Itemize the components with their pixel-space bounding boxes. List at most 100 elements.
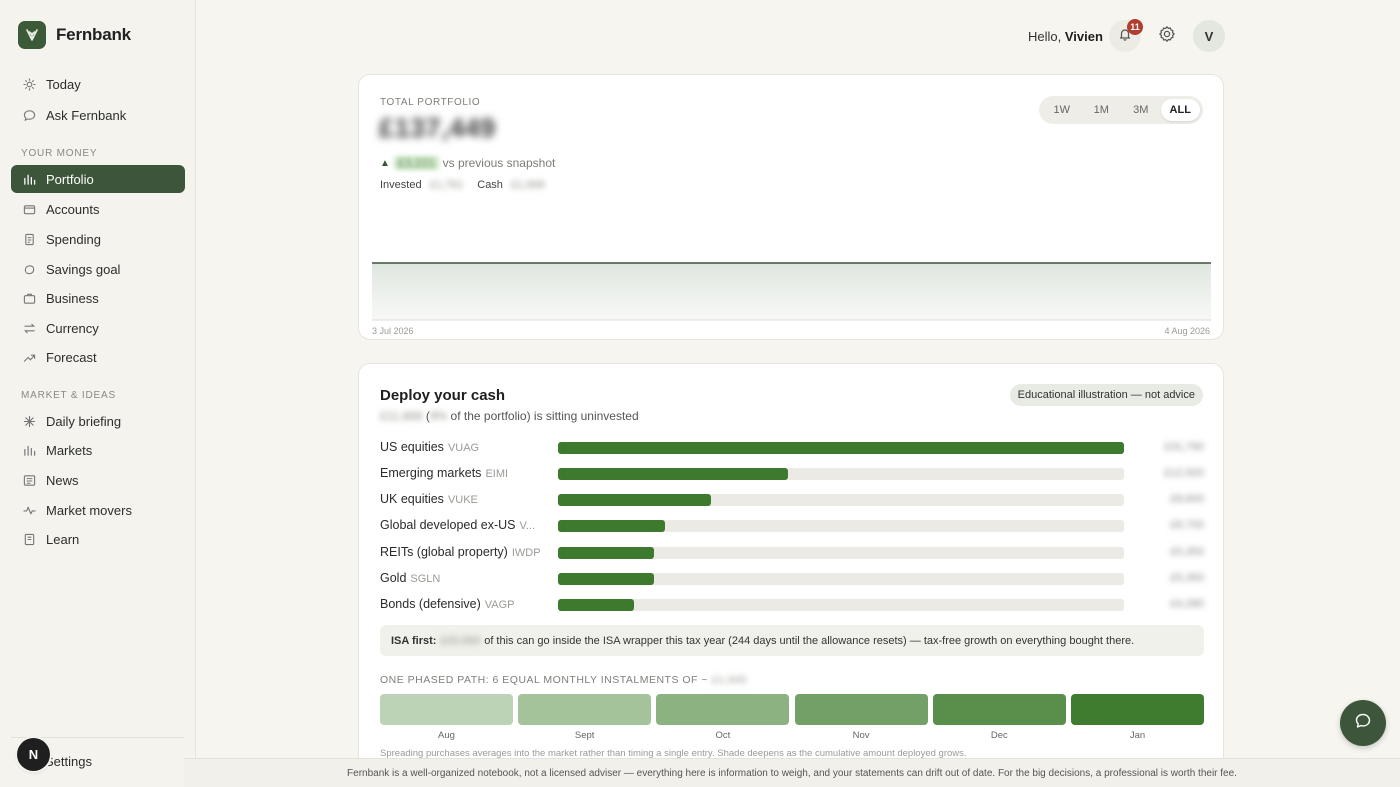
settings-button[interactable]	[1151, 20, 1183, 52]
allocation-amount: £8,600	[1170, 493, 1204, 505]
nav-item-settings[interactable]: Settings	[45, 754, 92, 769]
allocation-amount: £4,280	[1170, 598, 1204, 610]
isa-amount: £20,000	[440, 634, 481, 647]
allocation-row: REITs (global property) IWDP £5,350	[380, 545, 1206, 561]
invested-label: Invested	[380, 179, 422, 191]
allocation-name: Emerging markets	[380, 466, 482, 480]
fernbank-logo-icon	[18, 21, 46, 49]
portfolio-chart	[372, 262, 1211, 321]
allocation-bar-track	[558, 599, 1124, 611]
nav-item-spending[interactable]: Spending	[11, 225, 185, 253]
allocation-row: UK equities VUKE £8,600	[380, 492, 1206, 508]
phase-label: ONE PHASED PATH: 6 EQUAL MONTHLY INSTALM…	[380, 674, 747, 686]
nav-item-label: Learn	[46, 531, 80, 547]
uninvested-text: of the portfolio) is sitting uninvested	[450, 409, 639, 423]
brand[interactable]: Fernbank	[18, 21, 131, 49]
nav-item-market-movers[interactable]: Market movers	[11, 496, 185, 524]
allocation-ticker: V...	[519, 520, 536, 532]
nav-item-portfolio[interactable]: Portfolio	[11, 165, 185, 193]
receipt-icon	[22, 232, 36, 246]
phase-month-label: Dec	[990, 730, 1008, 741]
allocation-amount: £6,700	[1170, 519, 1204, 531]
disclaimer-footer: Fernbank is a well-organized notebook, n…	[184, 758, 1400, 787]
portfolio-change: ▲ £3,221 vs previous snapshot	[380, 156, 555, 170]
allocation-bar-track	[558, 442, 1124, 454]
allocation-bar	[558, 468, 788, 480]
chat-bubble-icon	[1354, 712, 1372, 735]
phase-month-label: Jan	[1129, 730, 1146, 741]
avatar[interactable]: V	[1193, 20, 1225, 52]
allocation-bar	[558, 547, 654, 559]
nav-item-ask-fernbank[interactable]: Ask Fernbank	[11, 101, 185, 129]
portfolio-card: TOTAL PORTFOLIO £137,449 ▲ £3,221 vs pre…	[358, 74, 1224, 340]
nav-item-business[interactable]: Business	[11, 284, 185, 312]
nav-item-news[interactable]: News	[11, 466, 185, 494]
allocation-amount: £31,790	[1164, 441, 1204, 453]
range-button-3m[interactable]: 3M	[1121, 99, 1161, 121]
allocation-amount: £5,350	[1170, 572, 1204, 584]
allocation-ticker: VUKE	[447, 494, 478, 506]
allocation-bar	[558, 494, 711, 506]
nav-item-label: Spending	[46, 231, 101, 247]
nav-item-forecast[interactable]: Forecast	[11, 343, 185, 371]
isa-label: ISA first:	[391, 634, 437, 647]
nav-item-label: Forecast	[46, 349, 97, 365]
deploy-cash-card: Deploy your cash Educational illustratio…	[358, 363, 1224, 783]
book-icon	[22, 532, 36, 546]
trend-up-icon	[22, 350, 36, 364]
exchange-icon	[22, 321, 36, 335]
allocation-bar-track	[558, 468, 1124, 480]
nav-section-market: MARKET & IDEAS	[21, 390, 116, 401]
nav-item-currency[interactable]: Currency	[11, 314, 185, 342]
allocation-row: US equities VUAG £31,790	[380, 440, 1206, 456]
nav-item-savings-goal[interactable]: Savings goal	[11, 255, 185, 283]
range-button-all[interactable]: ALL	[1160, 99, 1200, 121]
advice-badge: Educational illustration — not advice	[1009, 384, 1203, 406]
phase-month-label: Oct	[715, 730, 731, 741]
isa-text: of this can go inside the ISA wrapper th…	[484, 634, 1135, 647]
deploy-subtitle: £11,668 (9% of the portfolio) is sitting…	[380, 409, 639, 423]
allocation-ticker: EIMI	[485, 468, 509, 480]
allocation-row: Gold SGLN £5,350	[380, 571, 1206, 587]
change-value: £3,221	[393, 156, 439, 170]
nav-item-learn[interactable]: Learn	[11, 525, 185, 553]
allocation-ticker: VUAG	[447, 442, 480, 454]
nav-item-accounts[interactable]: Accounts	[11, 195, 185, 223]
newspaper-icon	[22, 473, 36, 487]
range-button-1m[interactable]: 1M	[1082, 99, 1122, 121]
allocation-label: Global developed ex-US V...	[380, 518, 552, 532]
chat-button[interactable]	[1340, 700, 1386, 746]
greeting: Hello, Vivien	[1028, 29, 1103, 44]
allocation-ticker: SGLN	[410, 573, 441, 585]
chart-end-date: 4 Aug 2026	[1164, 326, 1210, 336]
total-portfolio-label: TOTAL PORTFOLIO	[380, 97, 481, 108]
nav-item-label: Portfolio	[46, 171, 94, 187]
phase-amount: £1,945	[712, 674, 748, 686]
notification-count-badge: 11	[1127, 19, 1143, 35]
n-badge[interactable]: N	[17, 738, 50, 771]
nav-item-label: Business	[46, 290, 99, 306]
nav-item-label: Accounts	[46, 201, 100, 217]
nav-item-label: Daily briefing	[46, 413, 122, 429]
phase-block	[518, 694, 652, 725]
nav-item-markets[interactable]: Markets	[11, 436, 185, 464]
bar-chart-icon	[22, 443, 36, 457]
triangle-up-icon: ▲	[380, 157, 390, 169]
nav-item-label: Currency	[46, 320, 99, 336]
phase-block	[380, 694, 513, 725]
nav-item-label: Market movers	[46, 502, 132, 518]
allocation-bar	[558, 599, 634, 611]
phase-block	[794, 694, 928, 725]
nav-item-label: Markets	[46, 442, 93, 458]
range-button-1w[interactable]: 1W	[1042, 99, 1082, 121]
allocation-name: US equities	[380, 440, 444, 454]
nav-item-today[interactable]: Today	[11, 70, 185, 98]
sun-icon	[22, 77, 36, 91]
allocation-label: Bonds (defensive) VAGP	[380, 597, 552, 611]
portfolio-breakdown: Invested £1,761 Cash £1,668	[380, 179, 545, 191]
allocation-name: UK equities	[380, 492, 444, 506]
piggy-bank-icon	[22, 262, 36, 276]
allocation-name: REITs (global property)	[380, 545, 508, 559]
nav-item-daily-briefing[interactable]: Daily briefing	[11, 407, 185, 435]
range-toggle: 1W 1M 3M ALL	[1039, 96, 1203, 124]
